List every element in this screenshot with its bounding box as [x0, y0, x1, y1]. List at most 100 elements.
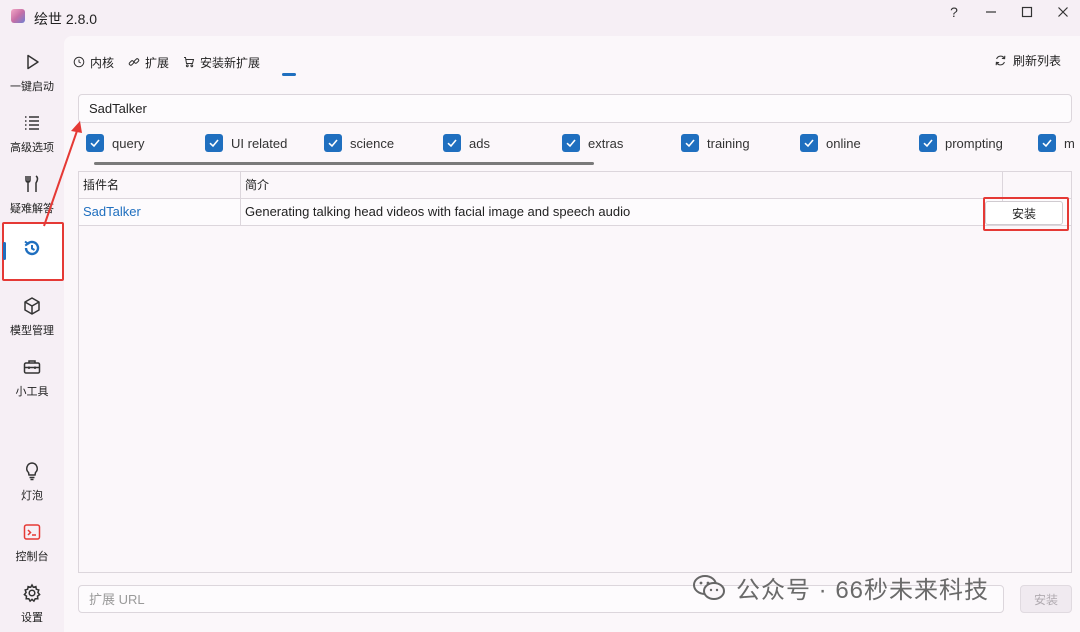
tag-filter-bar: query UI related science ads extras trai… [86, 134, 1080, 156]
history-icon [24, 240, 40, 256]
sidebar-item-models[interactable]: 模型管理 [0, 290, 64, 346]
filter-ui-related[interactable]: UI related [205, 134, 287, 152]
filter-label: extras [588, 135, 624, 151]
sidebar-item-label: 高级选项 [10, 142, 54, 154]
filter-label: m [1064, 135, 1075, 151]
checkbox-checked[interactable] [205, 134, 223, 152]
wechat-logo [693, 574, 725, 600]
sidebar: 一键启动 高级选项 疑难解答 模型管理 小工具 灯泡 控制台 设置 [0, 36, 64, 632]
play-icon [27, 54, 39, 70]
filter-more[interactable]: m [1038, 134, 1075, 152]
tab-kernel[interactable]: 内核 [73, 52, 114, 72]
sidebar-item-label: 疑难解答 [10, 203, 54, 215]
filter-label: ads [469, 135, 490, 151]
column-header-description: 简介 [241, 172, 1003, 199]
checkbox-checked[interactable] [324, 134, 342, 152]
filter-online[interactable]: online [800, 134, 861, 152]
checkbox-checked[interactable] [1038, 134, 1056, 152]
list-icon [25, 116, 39, 130]
refresh-list-button[interactable]: 刷新列表 [994, 52, 1061, 69]
sidebar-item-troubleshoot[interactable]: 疑难解答 [0, 168, 64, 224]
tab-label: 内核 [90, 55, 115, 70]
cube-icon [24, 297, 40, 315]
help-button[interactable]: ? [937, 0, 971, 24]
lightbulb-icon [26, 462, 38, 481]
filter-label: science [350, 135, 395, 151]
filter-label: query [112, 135, 145, 151]
filter-label: training [707, 135, 750, 151]
tab-label: 安装新扩展 [200, 55, 261, 70]
extension-description: Generating talking head videos with faci… [241, 199, 1003, 225]
extension-table: 插件名 简介 SadTalker Generating talking head… [78, 171, 1072, 573]
toolbox-icon [23, 360, 41, 374]
filter-query[interactable]: query [86, 134, 145, 152]
check-icon [209, 139, 219, 148]
filter-training[interactable]: training [681, 134, 750, 152]
filter-extras[interactable]: extras [562, 134, 623, 152]
check-icon [685, 139, 695, 148]
tab-extensions[interactable]: 扩展 [128, 52, 169, 72]
watermark-text: 公众号 · 66秒未来科技 [736, 577, 990, 604]
sidebar-item-console[interactable]: 控制台 [0, 516, 64, 572]
watermark: 公众号 · 66秒未来科技 [692, 570, 989, 605]
refresh-label: 刷新列表 [1013, 54, 1062, 68]
sidebar-item-settings[interactable]: 设置 [0, 577, 64, 632]
sidebar-item-advanced[interactable]: 高级选项 [0, 107, 64, 163]
tab-install-new[interactable]: 安装新扩展 [183, 52, 260, 72]
sidebar-item-label: 模型管理 [10, 325, 54, 337]
install-button-highlight [983, 197, 1069, 231]
sidebar-item-label: 设置 [21, 612, 43, 624]
check-icon [804, 139, 814, 148]
filter-scrollbar[interactable] [94, 162, 594, 165]
check-icon [1042, 139, 1052, 148]
close-icon [1058, 7, 1068, 17]
minimize-button[interactable] [974, 0, 1008, 24]
filter-science[interactable]: science [324, 134, 394, 152]
filter-label: UI related [231, 135, 288, 151]
tab-label: 扩展 [145, 55, 170, 70]
clock-icon [73, 56, 85, 68]
link-icon [128, 58, 140, 66]
url-install-button[interactable]: 安装 [1020, 585, 1072, 613]
filter-ads[interactable]: ads [443, 134, 490, 152]
checkbox-checked[interactable] [919, 134, 937, 152]
tab-bar: 内核 扩展 安装新扩展 [73, 52, 260, 76]
sidebar-item-label: 一键启动 [10, 81, 54, 93]
checkbox-checked[interactable] [800, 134, 818, 152]
checkbox-checked[interactable] [443, 134, 461, 152]
table-header: 插件名 简介 [79, 172, 1071, 199]
column-header-action [1003, 172, 1071, 199]
checkbox-checked[interactable] [86, 134, 104, 152]
active-tab-indicator [282, 73, 296, 76]
sidebar-item-label: 小工具 [15, 386, 49, 398]
filter-prompting[interactable]: prompting [919, 134, 1003, 152]
search-input[interactable] [78, 94, 1072, 123]
tools-icon [25, 175, 39, 192]
check-icon [447, 139, 457, 148]
gear-icon [23, 583, 41, 603]
sidebar-item-lightbulb[interactable]: 灯泡 [0, 455, 64, 511]
app-logo-icon [11, 9, 25, 23]
maximize-button[interactable] [1010, 0, 1044, 24]
cart-icon [184, 57, 195, 68]
main-panel: 内核 扩展 安装新扩展 刷新列表 query UI related scienc… [64, 36, 1080, 632]
column-header-name: 插件名 [79, 172, 241, 199]
maximize-icon [1021, 6, 1033, 18]
console-icon [23, 524, 41, 540]
sidebar-item-label: 控制台 [15, 551, 49, 563]
checkbox-checked[interactable] [562, 134, 580, 152]
filter-label: online [826, 135, 861, 151]
check-icon [566, 139, 576, 148]
checkbox-checked[interactable] [681, 134, 699, 152]
check-icon [328, 139, 338, 148]
sidebar-item-tools[interactable]: 小工具 [0, 351, 64, 407]
check-icon [923, 139, 933, 148]
close-button[interactable] [1046, 0, 1080, 24]
table-row: SadTalker Generating talking head videos… [79, 199, 1071, 226]
sidebar-item-label: 灯泡 [21, 490, 43, 502]
extension-name-link[interactable]: SadTalker [79, 199, 241, 225]
minimize-icon [986, 11, 996, 13]
title-bar: 绘世 2.8.0 ? [0, 0, 1080, 36]
sidebar-item-extensions[interactable] [0, 232, 64, 288]
sidebar-item-launch[interactable]: 一键启动 [0, 46, 64, 102]
